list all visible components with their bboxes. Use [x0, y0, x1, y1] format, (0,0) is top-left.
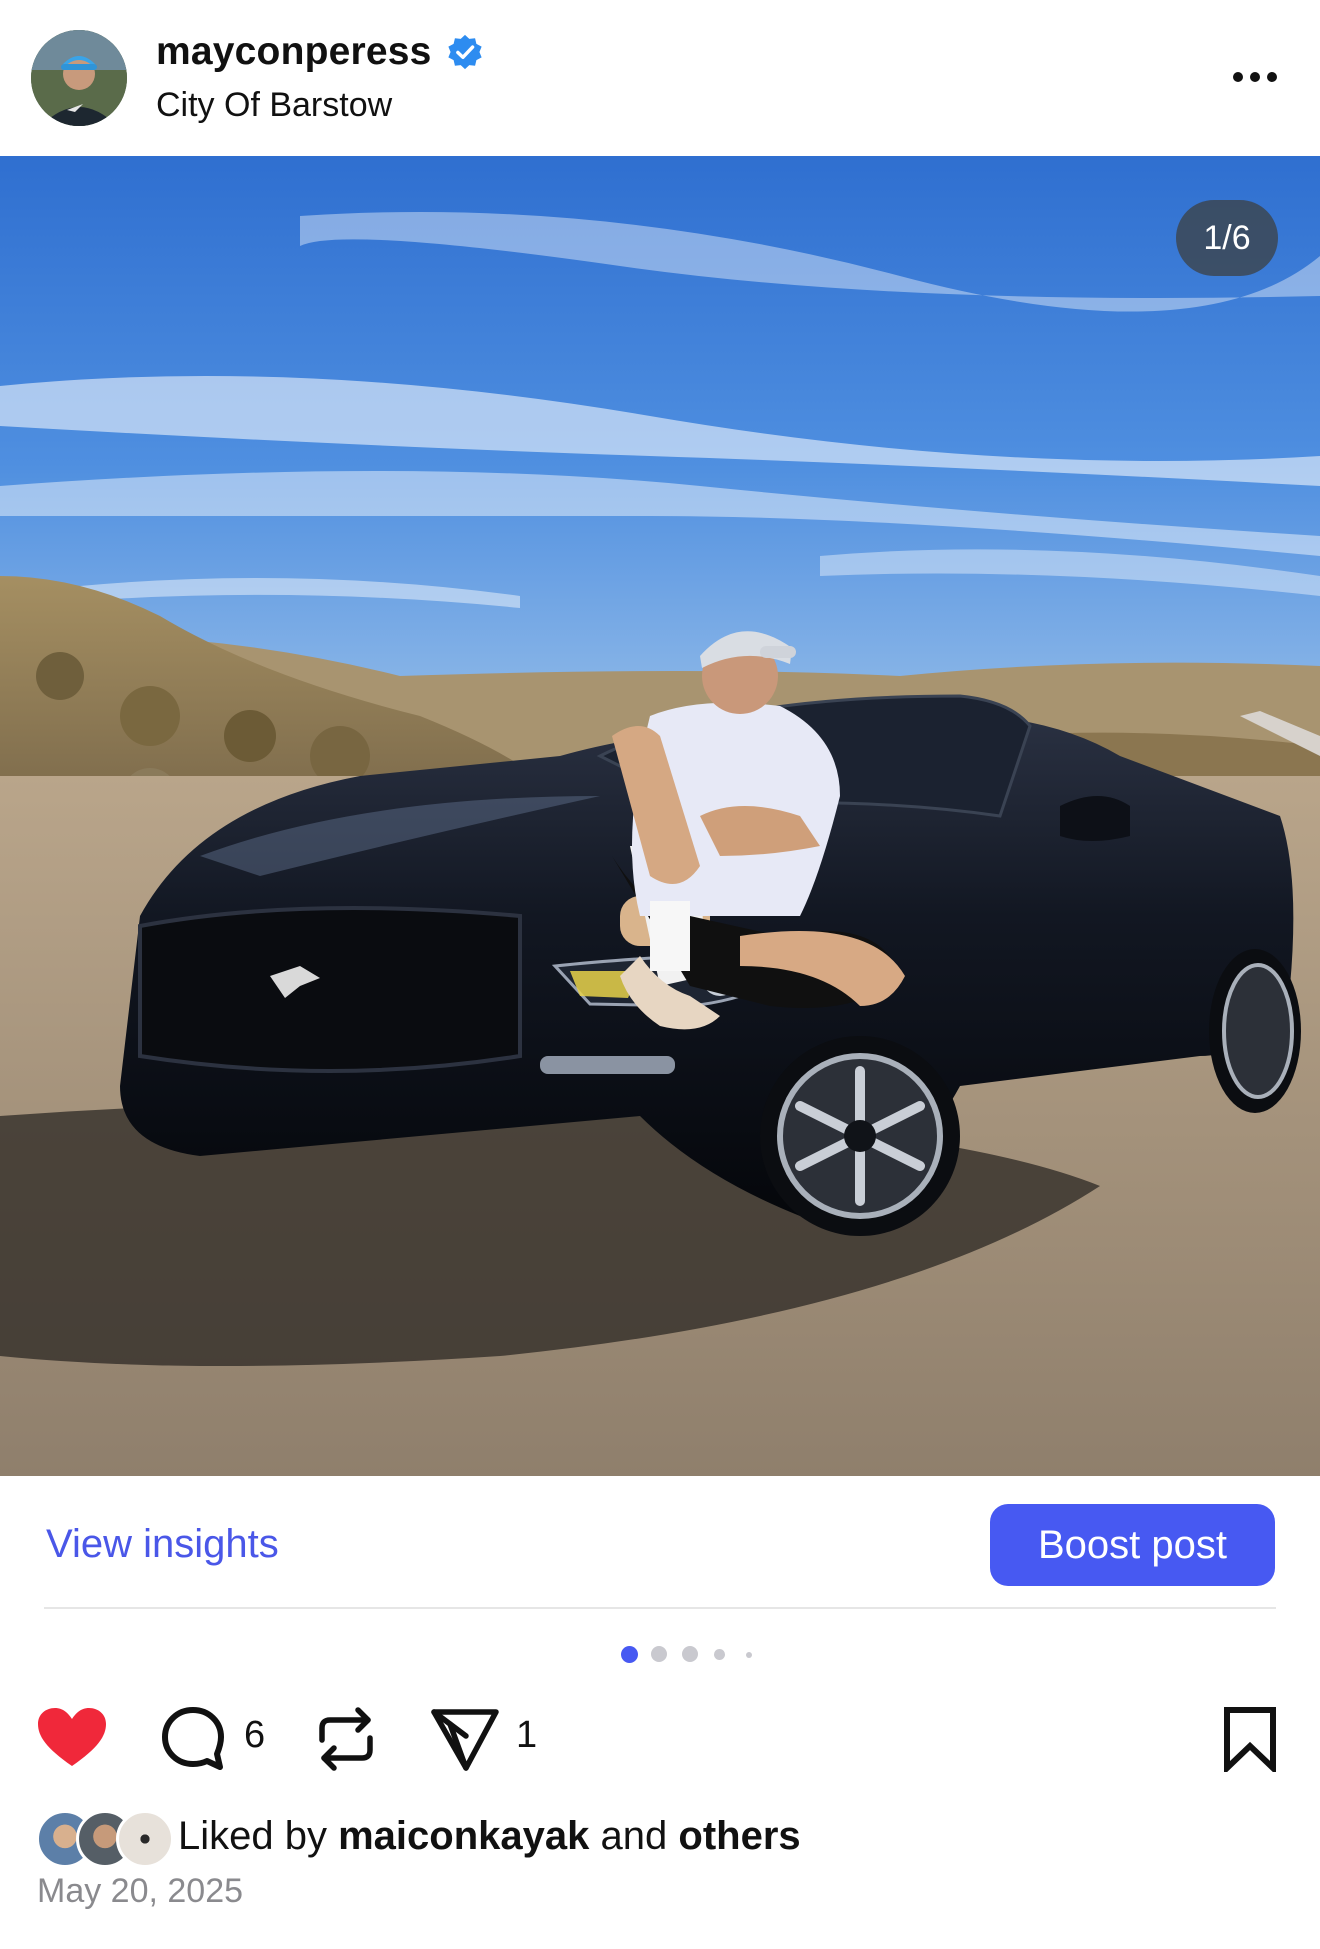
post-header: mayconperess City Of Barstow: [0, 0, 1320, 156]
view-insights-link[interactable]: View insights: [46, 1522, 279, 1567]
carousel-dot: [682, 1646, 698, 1662]
more-options-icon[interactable]: [1222, 52, 1288, 102]
more-dot: [1267, 72, 1277, 82]
send-icon[interactable]: [430, 1706, 500, 1777]
liked-others-link[interactable]: others: [678, 1814, 800, 1858]
username-row: mayconperess: [156, 30, 484, 74]
comments-count: 6: [244, 1714, 266, 1756]
image-counter: 1/6: [1176, 200, 1278, 276]
carousel-dot: [714, 1649, 725, 1660]
post-location[interactable]: City Of Barstow: [156, 86, 392, 125]
shares-count: 1: [516, 1714, 538, 1756]
username[interactable]: mayconperess: [156, 30, 432, 74]
liked-prefix: Liked by: [178, 1813, 327, 1858]
verified-badge-icon: [446, 33, 484, 71]
more-dot: [1233, 72, 1243, 82]
boost-post-button[interactable]: Boost post: [990, 1504, 1275, 1586]
more-dot: [1250, 72, 1260, 82]
carousel-dot: [746, 1652, 752, 1658]
profile-avatar[interactable]: [31, 30, 127, 126]
post-date: May 20, 2025: [37, 1872, 244, 1910]
liked-and: and: [600, 1813, 668, 1858]
liked-user-link[interactable]: maiconkayak: [338, 1814, 589, 1858]
bookmark-icon[interactable]: [1222, 1706, 1278, 1777]
divider: [44, 1607, 1276, 1609]
liked-avatars: [36, 1808, 174, 1868]
liked-by-text: Liked by maiconkayak and others: [178, 1814, 801, 1859]
engagement-row: 6 1: [0, 1700, 1320, 1780]
liked-by-row[interactable]: Liked by maiconkayak and others: [36, 1806, 801, 1868]
post-actions-bar: View insights Boost post: [0, 1476, 1320, 1608]
liker-avatar: [116, 1810, 174, 1868]
heart-icon[interactable]: [36, 1706, 108, 1775]
carousel-dot: [651, 1646, 667, 1662]
post-image[interactable]: 1/6: [0, 156, 1320, 1476]
carousel-dot-active: [621, 1646, 638, 1663]
comment-icon[interactable]: [160, 1706, 226, 1777]
repost-icon[interactable]: [314, 1706, 378, 1777]
carousel-indicator: [0, 1645, 1320, 1665]
